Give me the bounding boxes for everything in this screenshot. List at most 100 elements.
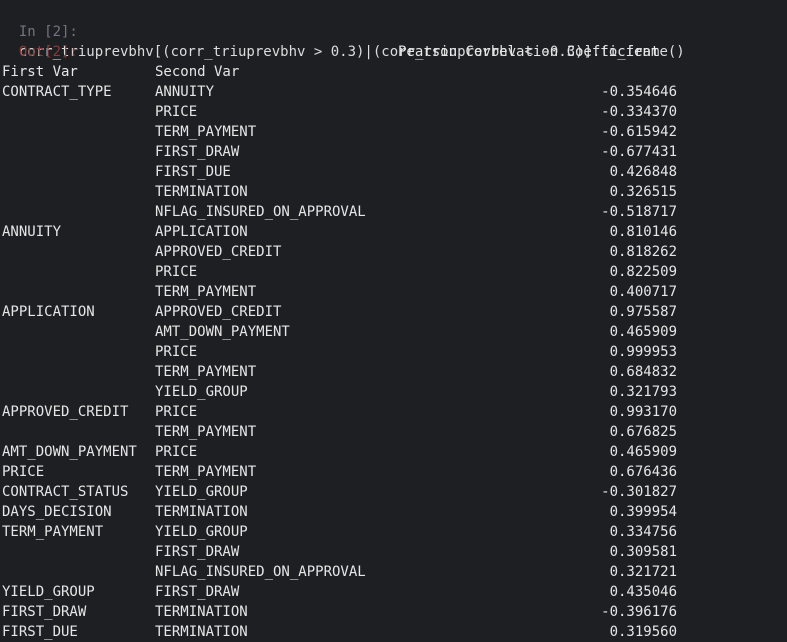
correlation-value-cell: -0.518717 <box>601 204 677 220</box>
first-var-cell: FIRST_DUE <box>2 624 78 640</box>
table-row: NFLAG_INSURED_ON_APPROVAL -0.518717 <box>0 202 787 222</box>
first-var-cell: TERM_PAYMENT <box>2 524 104 540</box>
table-row: CONTRACT_STATUS YIELD_GROUP -0.301827 <box>0 482 787 502</box>
table-row: FIRST_DRAW -0.677431 <box>0 142 787 162</box>
table-row: TERM_PAYMENT 0.684832 <box>0 362 787 382</box>
table-row: APPROVED_CREDIT 0.818262 <box>0 242 787 262</box>
correlation-value-cell: 0.676825 <box>609 424 677 440</box>
first-var-cell: PRICE <box>2 464 45 480</box>
correlation-value-cell: -0.396176 <box>601 604 677 620</box>
correlation-value-cell: -0.334370 <box>601 104 677 120</box>
table-row: FIRST_DUE TERMINATION 0.319560 <box>0 622 787 642</box>
second-var-cell: AMT_DOWN_PAYMENT <box>155 324 290 340</box>
table-row: TERM_PAYMENT -0.615942 <box>0 122 787 142</box>
first-var-cell: AMT_DOWN_PAYMENT <box>2 444 137 460</box>
second-var-cell: NFLAG_INSURED_ON_APPROVAL <box>155 564 366 580</box>
correlation-value-cell: 0.399954 <box>609 504 677 520</box>
first-var-cell: CONTRACT_STATUS <box>2 484 129 500</box>
table-row: FIRST_DRAW 0.309581 <box>0 542 787 562</box>
table-row: PRICE 0.999953 <box>0 342 787 362</box>
table-row: FIRST_DRAW TERMINATION -0.396176 <box>0 602 787 622</box>
second-var-cell: TERM_PAYMENT <box>155 424 257 440</box>
first-var-cell: YIELD_GROUP <box>2 584 95 600</box>
second-var-cell: ANNUITY <box>155 84 215 100</box>
correlation-value-cell: 0.975587 <box>609 304 677 320</box>
table-row: TERMINATION 0.326515 <box>0 182 787 202</box>
second-var-cell: FIRST_DRAW <box>155 144 240 160</box>
second-var-cell: PRICE <box>155 344 198 360</box>
second-var-cell: NFLAG_INSURED_ON_APPROVAL <box>155 204 366 220</box>
second-var-cell: TERM_PAYMENT <box>155 464 257 480</box>
index-header-first: First Var <box>2 64 78 80</box>
table-row: PRICE 0.822509 <box>0 262 787 282</box>
second-var-cell: PRICE <box>155 264 198 280</box>
table-row: APPROVED_CREDIT PRICE 0.993170 <box>0 402 787 422</box>
correlation-value-cell: 0.400717 <box>609 284 677 300</box>
table-row: TERM_PAYMENT 0.400717 <box>0 282 787 302</box>
second-var-cell: YIELD_GROUP <box>155 524 248 540</box>
first-var-cell: APPROVED_CREDIT <box>2 404 129 420</box>
second-var-cell: YIELD_GROUP <box>155 384 248 400</box>
correlation-value-cell: 0.334756 <box>609 524 677 540</box>
correlation-value-cell: 0.321793 <box>609 384 677 400</box>
correlation-value-cell: 0.326515 <box>609 184 677 200</box>
column-header: Pearson Correlation Coefficient <box>398 44 660 60</box>
first-var-cell: CONTRACT_TYPE <box>2 84 112 100</box>
correlation-value-cell: 0.993170 <box>609 404 677 420</box>
second-var-cell: TERMINATION <box>155 604 248 620</box>
first-var-cell: ANNUITY <box>2 224 62 240</box>
index-header-second: Second Var <box>155 64 240 80</box>
first-var-cell: DAYS_DECISION <box>2 504 112 520</box>
second-var-cell: TERM_PAYMENT <box>155 124 257 140</box>
second-var-cell: PRICE <box>155 404 198 420</box>
second-var-cell: APPROVED_CREDIT <box>155 244 282 260</box>
correlation-value-cell: -0.615942 <box>601 124 677 140</box>
correlation-value-cell: 0.818262 <box>609 244 677 260</box>
correlation-value-cell: 0.309581 <box>609 544 677 560</box>
correlation-value-cell: 0.465909 <box>609 324 677 340</box>
table-row: YIELD_GROUP 0.321793 <box>0 382 787 402</box>
correlation-value-cell: -0.301827 <box>601 484 677 500</box>
second-var-cell: FIRST_DRAW <box>155 584 240 600</box>
second-var-cell: FIRST_DRAW <box>155 544 240 560</box>
second-var-cell: APPLICATION <box>155 224 248 240</box>
correlation-value-cell: 0.676436 <box>609 464 677 480</box>
second-var-cell: PRICE <box>155 444 198 460</box>
first-var-cell: FIRST_DRAW <box>2 604 87 620</box>
table-row: YIELD_GROUP FIRST_DRAW 0.435046 <box>0 582 787 602</box>
output-prompt: Out[2]: <box>18 44 78 60</box>
table-row: FIRST_DUE 0.426848 <box>0 162 787 182</box>
correlation-value-cell: 0.426848 <box>609 164 677 180</box>
second-var-cell: PRICE <box>155 104 198 120</box>
correlation-value-cell: 0.810146 <box>609 224 677 240</box>
second-var-cell: FIRST_DUE <box>155 164 231 180</box>
table-row: DAYS_DECISION TERMINATION 0.399954 <box>0 502 787 522</box>
second-var-cell: APPROVED_CREDIT <box>155 304 282 320</box>
table-row: NFLAG_INSURED_ON_APPROVAL 0.321721 <box>0 562 787 582</box>
correlation-value-cell: 0.684832 <box>609 364 677 380</box>
second-var-cell: TERMINATION <box>155 504 248 520</box>
table-row: PRICE TERM_PAYMENT 0.676436 <box>0 462 787 482</box>
correlation-value-cell: 0.321721 <box>609 564 677 580</box>
second-var-cell: TERMINATION <box>155 184 248 200</box>
table-row: ANNUITY APPLICATION 0.810146 <box>0 222 787 242</box>
correlation-value-cell: 0.999953 <box>609 344 677 360</box>
second-var-cell: TERM_PAYMENT <box>155 284 257 300</box>
table-row: TERM_PAYMENT YIELD_GROUP 0.334756 <box>0 522 787 542</box>
table-row: PRICE -0.334370 <box>0 102 787 122</box>
correlation-value-cell: 0.465909 <box>609 444 677 460</box>
table-row: AMT_DOWN_PAYMENT 0.465909 <box>0 322 787 342</box>
correlation-value-cell: 0.822509 <box>609 264 677 280</box>
table-row: TERM_PAYMENT 0.676825 <box>0 422 787 442</box>
correlation-value-cell: -0.354646 <box>601 84 677 100</box>
second-var-cell: YIELD_GROUP <box>155 484 248 500</box>
second-var-cell: TERM_PAYMENT <box>155 364 257 380</box>
table-row: APPLICATION APPROVED_CREDIT 0.975587 <box>0 302 787 322</box>
correlation-value-cell: 0.435046 <box>609 584 677 600</box>
first-var-cell: APPLICATION <box>2 304 95 320</box>
second-var-cell: TERMINATION <box>155 624 248 640</box>
correlation-value-cell: 0.319560 <box>609 624 677 640</box>
table-row: AMT_DOWN_PAYMENT PRICE 0.465909 <box>0 442 787 462</box>
correlation-value-cell: -0.677431 <box>601 144 677 160</box>
table-row: CONTRACT_TYPE ANNUITY -0.354646 <box>0 82 787 102</box>
